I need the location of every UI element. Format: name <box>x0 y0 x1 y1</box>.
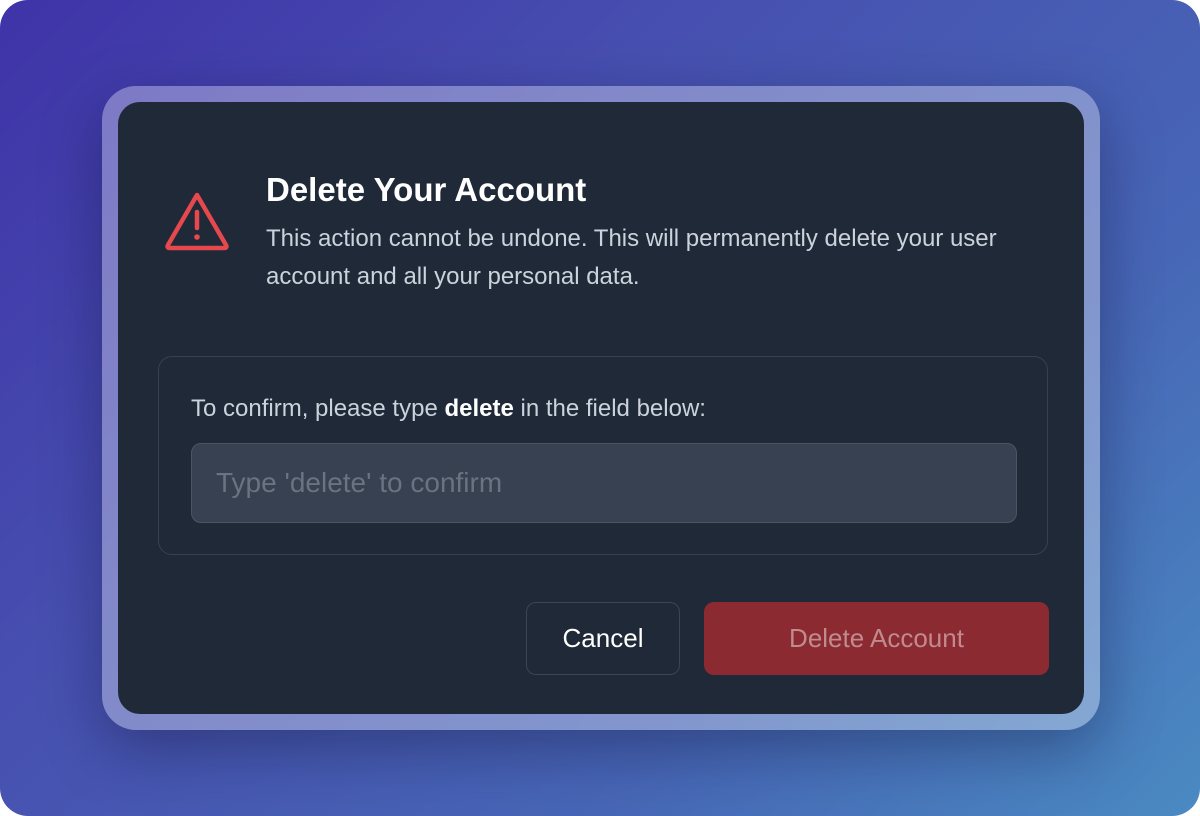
confirm-delete-input[interactable] <box>191 443 1017 523</box>
modal-overlay-frame: Delete Your Account This action cannot b… <box>102 86 1100 730</box>
delete-account-dialog: Delete Your Account This action cannot b… <box>118 102 1084 714</box>
dialog-description: This action cannot be undone. This will … <box>266 225 997 290</box>
confirm-instruction: To confirm, please type delete in the fi… <box>191 393 706 425</box>
page-backdrop: Delete Your Account This action cannot b… <box>0 0 1200 816</box>
confirm-keyword: delete <box>444 395 514 422</box>
delete-account-button[interactable]: Delete Account <box>704 602 1049 675</box>
cancel-button[interactable]: Cancel <box>526 602 680 675</box>
confirm-instruction-prefix: To confirm, please type <box>191 395 445 422</box>
dialog-title: Delete Your Account <box>266 171 587 208</box>
confirm-instruction-suffix: in the field below: <box>513 395 706 422</box>
warning-triangle-icon <box>165 192 229 251</box>
confirm-section: To confirm, please type delete in the fi… <box>158 356 1048 555</box>
